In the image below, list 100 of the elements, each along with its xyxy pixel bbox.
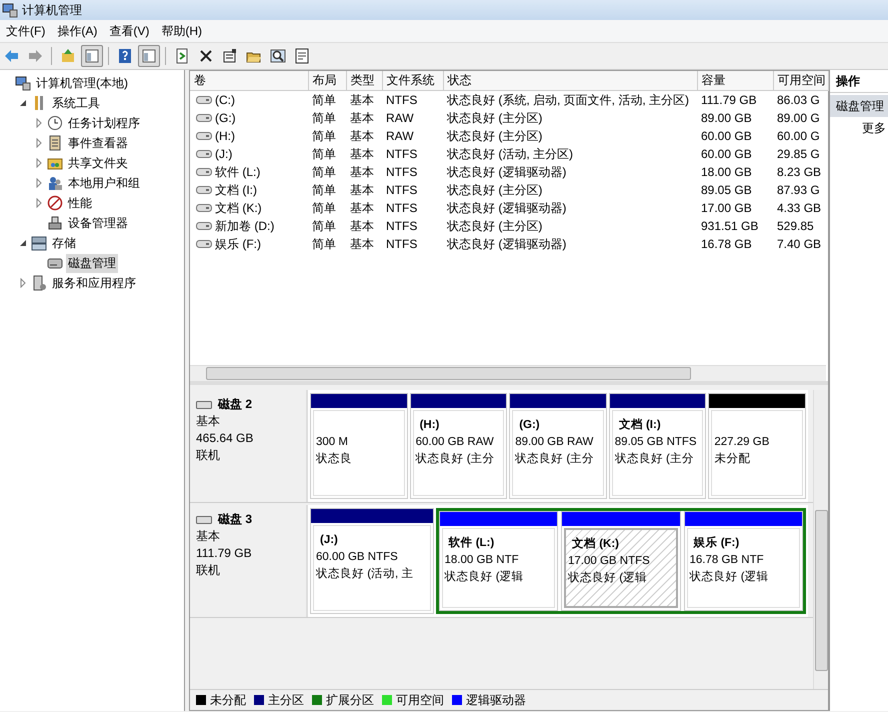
expand-arrow-icon[interactable]: [34, 138, 44, 148]
partition-block[interactable]: (H:) 60.00 GB RAW 状态良好 (主分: [412, 410, 504, 496]
tree-item[interactable]: 计算机管理(本地): [34, 74, 130, 92]
menu-item[interactable]: 操作(A): [51, 22, 104, 40]
collapse-arrow-icon[interactable]: [18, 238, 28, 248]
table-cell-text: 简单: [311, 128, 337, 144]
table-cell-text: 基本: [349, 146, 375, 162]
partition-status: 状态良好 (活动, 主: [316, 566, 414, 582]
table-cell-text: 状态良好 (主分区): [446, 218, 544, 234]
column-header[interactable]: 容量: [697, 71, 773, 90]
table-cell-text: 简单: [311, 200, 337, 216]
partition-status: 状态良好 (主分: [416, 451, 495, 467]
table-cell: NTFS: [382, 90, 443, 109]
drive-icon: [196, 114, 212, 122]
table-cell-text: 状态良好 (逻辑驱动器): [446, 164, 568, 180]
expand-arrow-icon[interactable]: [34, 158, 44, 168]
tree-item[interactable]: 磁盘管理: [66, 254, 118, 272]
vertical-scrollbar[interactable]: [813, 390, 828, 689]
disk-status: 联机: [196, 562, 221, 579]
table-cell-text: 状态良好 (逻辑驱动器): [446, 236, 568, 252]
drive-icon: [196, 96, 212, 104]
action-item[interactable]: 更多: [830, 117, 888, 137]
table-cell: (J:): [215, 147, 232, 161]
column-header[interactable]: 文件系统: [382, 71, 443, 90]
drive-icon: [196, 150, 212, 158]
drive-icon: [196, 240, 212, 248]
partition-block[interactable]: (G:) 89.00 GB RAW 状态良好 (主分: [512, 410, 604, 496]
table-cell-text: 基本: [349, 182, 375, 198]
tree-item[interactable]: 服务和应用程序: [50, 274, 138, 292]
expand-arrow-icon[interactable]: [34, 198, 44, 208]
horizontal-scrollbar[interactable]: [190, 365, 826, 381]
tree-item[interactable]: 任务计划程序: [66, 114, 142, 132]
table-cell-text: NTFS: [385, 164, 418, 181]
tree-item[interactable]: 系统工具: [50, 94, 102, 112]
partition-status: 状态良好 (逻辑: [690, 570, 769, 585]
actions-section[interactable]: 磁盘管理: [830, 95, 888, 117]
legend-label: 逻辑驱动器: [466, 692, 526, 708]
table-cell-text: NTFS: [385, 200, 418, 217]
tree-item[interactable]: 存储: [50, 234, 78, 252]
tree-item[interactable]: 本地用户和组: [66, 174, 142, 192]
tree-item[interactable]: 事件查看器: [66, 134, 130, 152]
table-cell-text: 简单: [311, 182, 337, 198]
column-header[interactable]: 类型: [346, 71, 382, 90]
table-cell-text: 89.00 G: [776, 110, 821, 127]
table-cell-text: 基本: [349, 218, 375, 234]
table-cell-text: 8.23 GB: [776, 164, 822, 181]
expand-arrow-icon[interactable]: [34, 118, 44, 128]
table-cell-text: 简单: [311, 146, 337, 162]
table-cell-text: 89.00 GB: [700, 110, 753, 127]
partition-block[interactable]: 文档 (I:) 89.05 GB NTFS 状态良好 (主分: [612, 410, 704, 496]
table-cell-text: 60.00 GB: [700, 146, 753, 163]
disk-size: 111.79 GB: [196, 545, 253, 562]
partition-label: (G:): [518, 418, 540, 433]
tree-item[interactable]: 共享文件夹: [66, 154, 130, 172]
menu-item[interactable]: 帮助(H): [155, 22, 208, 40]
expand-arrow-icon[interactable]: [18, 278, 28, 288]
partition-block[interactable]: 文档 (K:) 17.00 GB NTFS 状态良好 (逻辑: [564, 528, 678, 608]
column-header[interactable]: 卷: [190, 71, 308, 90]
table-cell-text: 基本: [349, 110, 375, 126]
partition-size: 300 M: [316, 435, 348, 450]
partition-label: (J:): [319, 533, 338, 548]
search-icon: [270, 48, 286, 64]
tree-item[interactable]: 性能: [66, 194, 94, 212]
table-cell: 111.79 GB: [697, 90, 773, 109]
drive-icon: [196, 222, 212, 230]
collapse-arrow-icon[interactable]: [18, 98, 28, 108]
partition-size: 17.00 GB NTFS: [568, 554, 650, 569]
arrow-left-icon: [3, 48, 19, 64]
column-header[interactable]: 布局: [308, 71, 346, 90]
column-header[interactable]: 状态: [443, 71, 697, 90]
partition-block[interactable]: 软件 (L:) 18.00 GB NTF 状态良好 (逻辑: [442, 528, 555, 608]
window-title: 计算机管理: [22, 2, 82, 18]
table-cell: 状态良好 (系统, 启动, 页面文件, 活动, 主分区): [443, 90, 697, 109]
partition-size: 16.78 GB NTF: [690, 553, 764, 568]
tree-item[interactable]: 设备管理器: [66, 214, 130, 232]
partition-block[interactable]: 娱乐 (F:) 16.78 GB NTF 状态良好 (逻辑: [686, 528, 800, 608]
help-icon: [117, 48, 133, 64]
partition-label: 文档 (I:): [618, 417, 661, 433]
properties-icon: [222, 48, 238, 64]
table-cell-text: 状态良好 (活动, 主分区): [446, 146, 574, 162]
table-cell-text: 29.85 G: [776, 146, 821, 163]
pane-toggle-button[interactable]: [81, 45, 103, 67]
table-cell-text: 简单: [311, 218, 337, 234]
extended-partition[interactable]: 软件 (L:) 18.00 GB NTF 状态良好 (逻辑 文档 (K:) 17.00 GB NTFS 状态良好 (逻辑 娱乐 (F:) 16.78 GB NTF 状态良好 (逻辑: [436, 508, 806, 614]
disk-type: 基本: [196, 413, 221, 430]
pane-toggle-button[interactable]: [138, 45, 160, 67]
disk-size: 465.64 GB: [196, 430, 254, 447]
partition-block[interactable]: (J:) 60.00 GB NTFS 状态良好 (活动, 主: [313, 525, 430, 611]
table-cell-text: 基本: [349, 200, 375, 216]
table-cell: (H:): [215, 129, 235, 143]
partition-block[interactable]: 227.29 GB 未分配: [711, 410, 803, 496]
partition-block[interactable]: 300 M 状态良: [313, 410, 405, 496]
menu-item[interactable]: 查看(V): [103, 22, 156, 40]
table-cell-text: 状态良好 (主分区): [446, 128, 544, 144]
partition-status: 状态良: [316, 452, 352, 467]
partition-status: 状态良好 (主分: [614, 451, 694, 467]
menu-item[interactable]: 文件(F): [0, 22, 52, 40]
expand-arrow-icon[interactable]: [34, 178, 44, 188]
table-cell-text: 18.00 GB: [700, 164, 753, 181]
column-header[interactable]: 可用空间: [773, 71, 828, 90]
